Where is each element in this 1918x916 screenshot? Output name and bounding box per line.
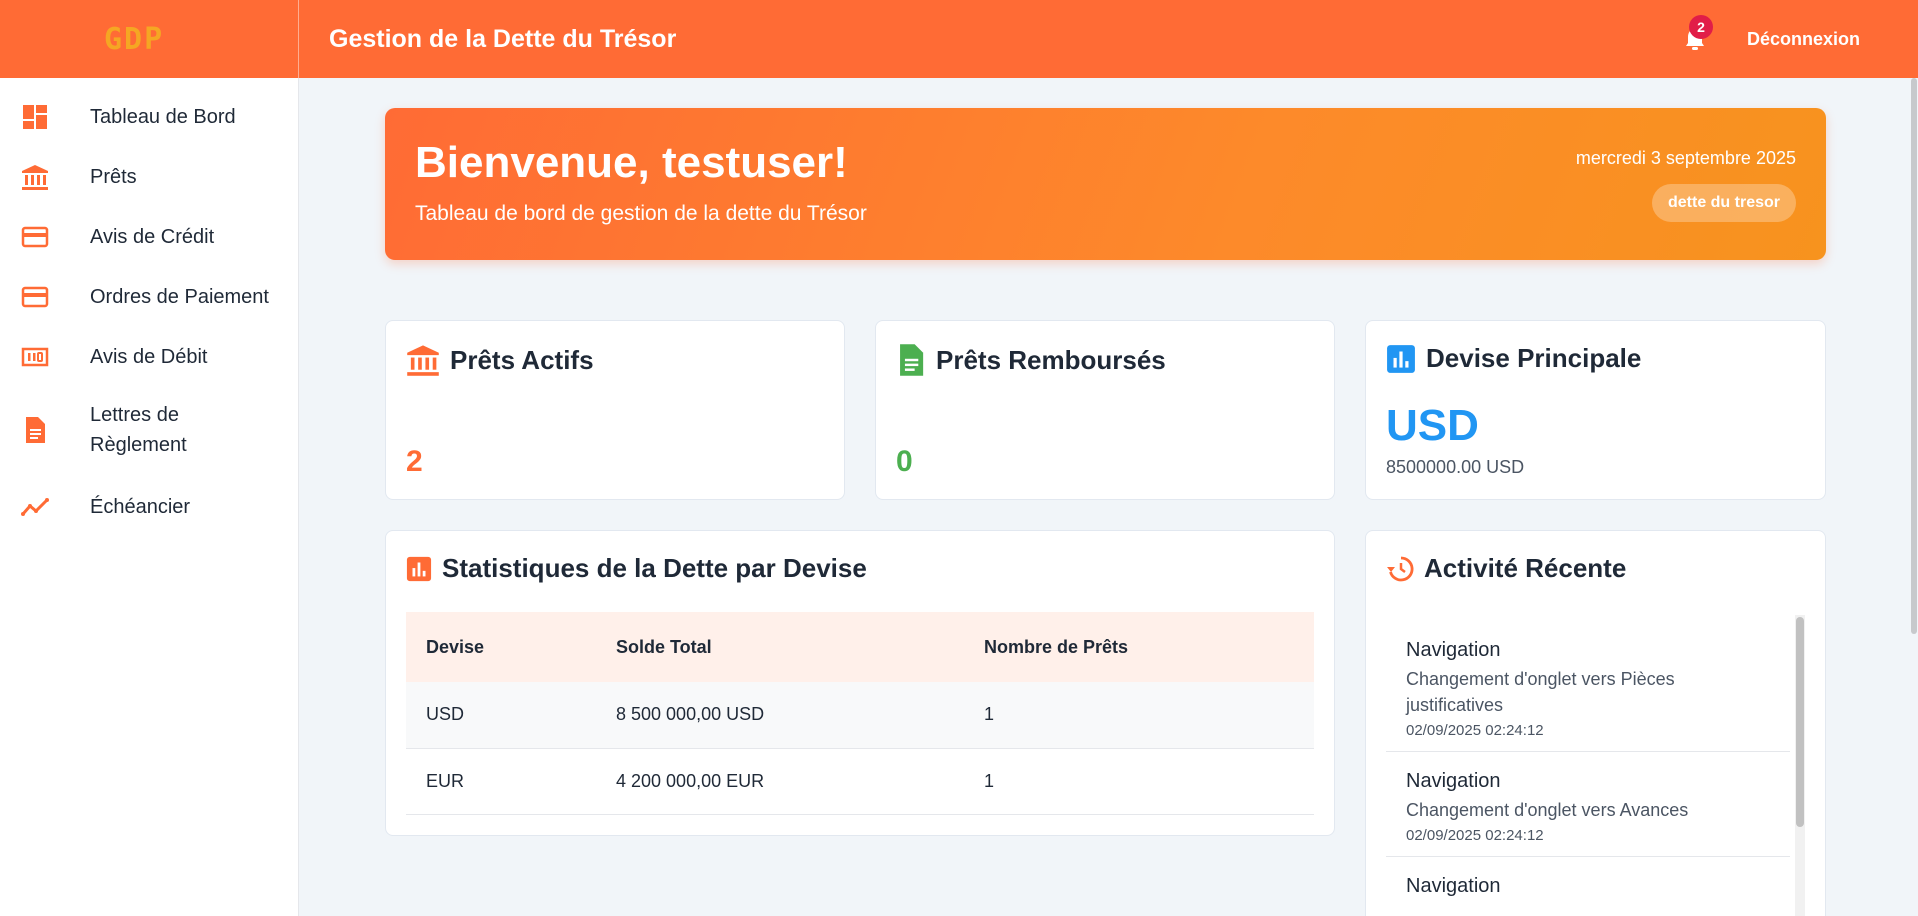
debt-table-container: Devise Solde Total Nombre de Prêts USD 8… bbox=[406, 612, 1314, 815]
sidebar-item-avis-de-credit[interactable]: Avis de Crédit bbox=[0, 222, 214, 252]
logout-button[interactable]: Déconnexion bbox=[1747, 29, 1860, 50]
money-icon bbox=[20, 342, 50, 372]
debt-stats-card: Statistiques de la Dette par Devise Devi… bbox=[385, 530, 1335, 836]
welcome-subtitle: Tableau de bord de gestion de la dette d… bbox=[415, 202, 867, 225]
page-scrollbar-thumb[interactable] bbox=[1911, 78, 1917, 634]
document-icon bbox=[900, 344, 924, 376]
current-date: mercredi 3 septembre 2025 bbox=[1575, 148, 1796, 168]
bank-icon bbox=[20, 162, 50, 192]
repaid-loans-card: Prêts Remboursés 0 bbox=[875, 320, 1335, 500]
table-cell: USD bbox=[406, 682, 596, 749]
activity-item[interactable]: Navigation bbox=[1386, 857, 1790, 910]
sidebar-item-label: Prêts bbox=[90, 166, 137, 188]
top-bar: GDP Gestion de la Dette du Trésor 2 Déco… bbox=[0, 0, 1918, 78]
card-title: Activité Récente bbox=[1424, 553, 1627, 583]
logo-container[interactable]: GDP bbox=[0, 0, 299, 78]
welcome-heading: Bienvenue, testuser! bbox=[415, 138, 848, 187]
sidebar-item-lettres-de-reglement[interactable]: Lettres de Règlement bbox=[0, 400, 220, 460]
activity-title: Navigation bbox=[1406, 770, 1501, 792]
active-loans-card: Prêts Actifs 2 bbox=[385, 320, 845, 500]
sidebar-item-ordres-de-paiement[interactable]: Ordres de Paiement bbox=[0, 282, 269, 312]
main-currency-amount: 8500000.00 USD bbox=[1386, 457, 1525, 477]
table-row[interactable]: EUR 4 200 000,00 EUR 1 bbox=[406, 748, 1314, 815]
table-cell: 1 bbox=[964, 748, 1314, 815]
table-header-row: Devise Solde Total Nombre de Prêts bbox=[406, 612, 1314, 682]
table-cell: 1 bbox=[964, 682, 1314, 749]
sidebar-item-tableau-de-bord[interactable]: Tableau de Bord bbox=[0, 102, 236, 132]
sidebar-item-label: Lettres de Règlement bbox=[90, 404, 187, 456]
activity-description: Changement d'onglet vers Pièces justific… bbox=[1406, 669, 1675, 715]
sidebar-item-label: Avis de Débit bbox=[90, 346, 208, 368]
active-loans-value: 2 bbox=[406, 445, 423, 478]
history-icon bbox=[1387, 556, 1414, 581]
app-title: Gestion de la Dette du Trésor bbox=[329, 24, 677, 53]
activity-timestamp: 02/09/2025 02:24:12 bbox=[1406, 722, 1544, 739]
column-header-devise[interactable]: Devise bbox=[406, 612, 596, 682]
table-cell: 8 500 000,00 USD bbox=[596, 682, 964, 749]
debt-table: Devise Solde Total Nombre de Prêts USD 8… bbox=[406, 612, 1314, 815]
main-currency-card: Devise Principale USD 8500000.00 USD bbox=[1365, 320, 1826, 500]
notification-badge: 2 bbox=[1688, 15, 1713, 39]
activity-timestamp: 02/09/2025 02:24:12 bbox=[1406, 827, 1544, 844]
sidebar-item-prets[interactable]: Prêts bbox=[0, 162, 137, 192]
role-badge: dette du tresor bbox=[1651, 184, 1796, 222]
app-logo[interactable]: GDP bbox=[104, 22, 164, 57]
activity-list[interactable]: Navigation Changement d'onglet vers Pièc… bbox=[1386, 615, 1790, 916]
activity-scrollbar[interactable] bbox=[1795, 615, 1805, 916]
table-row[interactable]: USD 8 500 000,00 USD 1 bbox=[406, 682, 1314, 749]
sidebar-item-label: Échéancier bbox=[90, 496, 191, 518]
activity-item[interactable]: Navigation Changement d'onglet vers Avan… bbox=[1386, 752, 1790, 857]
repaid-loans-value: 0 bbox=[896, 445, 913, 478]
activity-item[interactable]: Navigation Changement d'onglet vers Pièc… bbox=[1386, 615, 1790, 752]
card-title: Devise Principale bbox=[1426, 343, 1642, 373]
sidebar-item-label: Tableau de Bord bbox=[90, 106, 236, 128]
card-title: Prêts Remboursés bbox=[936, 344, 1166, 375]
sidebar-item-avis-de-debit[interactable]: Avis de Débit bbox=[0, 342, 207, 372]
activity-title: Navigation bbox=[1406, 875, 1501, 897]
credit-card-icon bbox=[20, 222, 50, 252]
bank-icon bbox=[407, 345, 439, 376]
card-title: Statistiques de la Dette par Devise bbox=[442, 553, 867, 583]
activity-title: Navigation bbox=[1406, 639, 1501, 661]
table-cell: 4 200 000,00 EUR bbox=[596, 748, 964, 815]
sidebar-item-label: Ordres de Paiement bbox=[90, 286, 269, 308]
bar-chart-icon bbox=[1387, 344, 1415, 373]
sidebar-item-label: Avis de Crédit bbox=[90, 226, 215, 248]
activity-scrollbar-thumb[interactable] bbox=[1796, 617, 1804, 827]
sidebar: Tableau de Bord Prêts Avis de Crédit Ord… bbox=[0, 78, 299, 916]
table-cell: EUR bbox=[406, 748, 596, 815]
trend-icon bbox=[20, 492, 50, 522]
topbar-actions: 2 Déconnexion bbox=[1677, 15, 1860, 57]
sidebar-item-echeancier[interactable]: Échéancier bbox=[0, 492, 190, 522]
credit-card-icon bbox=[20, 282, 50, 312]
welcome-banner: Bienvenue, testuser! Tableau de bord de … bbox=[385, 108, 1826, 260]
document-icon bbox=[20, 415, 50, 445]
dashboard-icon bbox=[20, 102, 50, 132]
main-currency-code: USD bbox=[1386, 401, 1479, 450]
recent-activity-card: Activité Récente Navigation Changement d… bbox=[1365, 530, 1826, 916]
page-scrollbar[interactable] bbox=[1910, 78, 1918, 916]
bar-chart-icon bbox=[406, 556, 432, 581]
notifications-button[interactable]: 2 bbox=[1677, 15, 1713, 57]
activity-description: Changement d'onglet vers Avances bbox=[1406, 800, 1689, 820]
column-header-solde-total[interactable]: Solde Total bbox=[596, 612, 964, 682]
column-header-nombre-de-prets[interactable]: Nombre de Prêts bbox=[964, 612, 1314, 682]
card-title: Prêts Actifs bbox=[450, 344, 594, 375]
